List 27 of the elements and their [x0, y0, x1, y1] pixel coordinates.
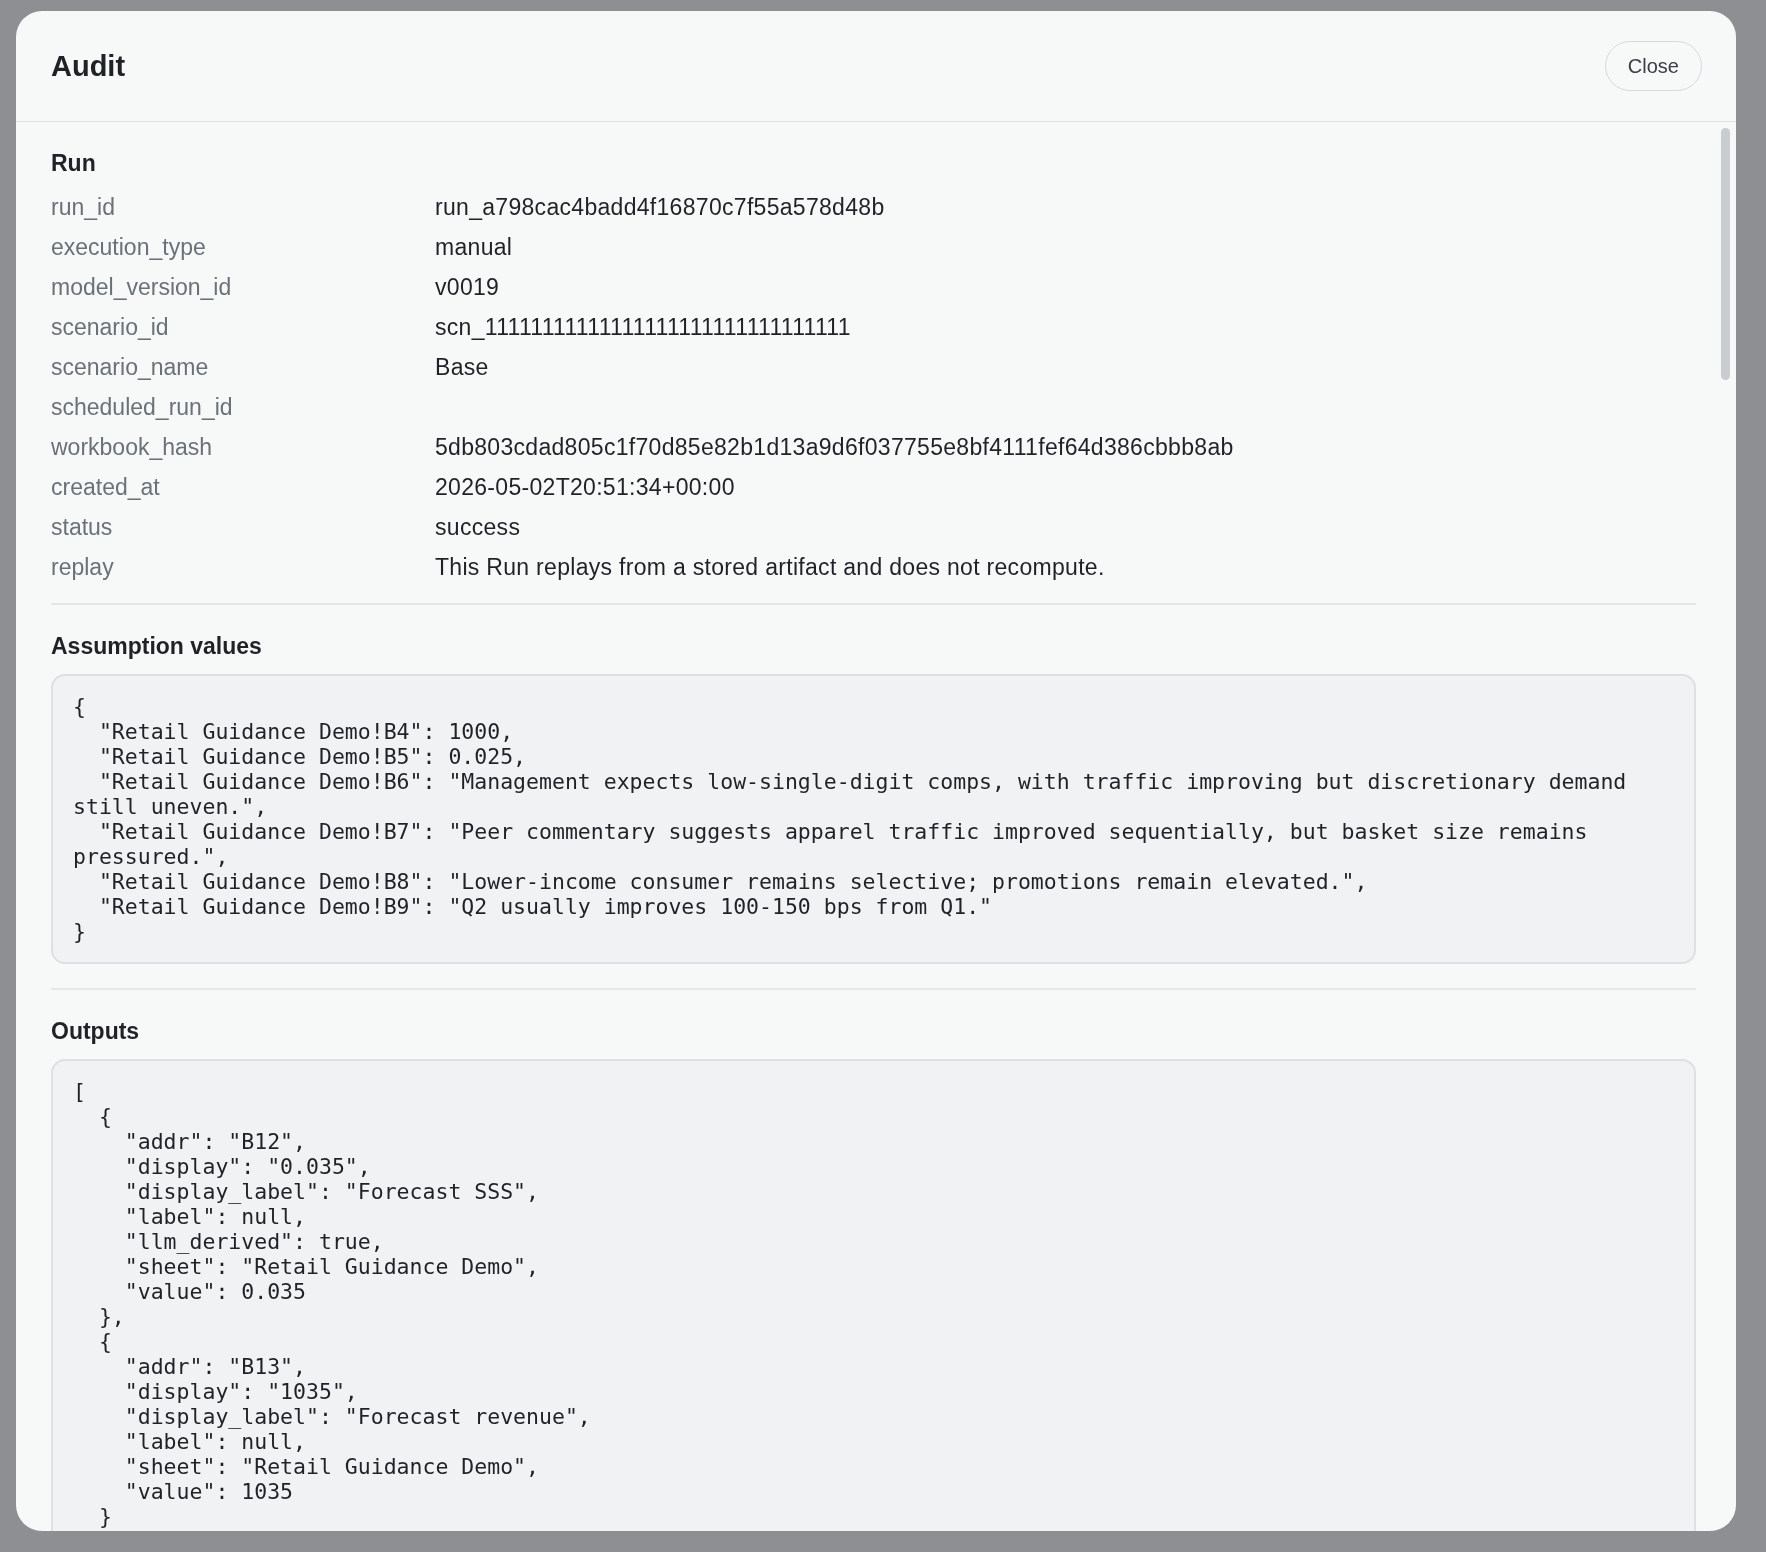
field-value: This Run replays from a stored artifact and does not recompute. [435, 553, 1105, 580]
field-value: 5db803cdad805c1f70d85e82b1d13a9d6f037755e8bf4111fef64d386cbbb8ab [435, 433, 1234, 460]
field-value: scn_11111111111111111111111111111111 [435, 313, 851, 340]
field-value: v0019 [435, 273, 500, 300]
field-label: execution_type [51, 233, 207, 261]
field-label: model_version_id [51, 273, 233, 301]
section-heading: Run [51, 150, 97, 177]
scrollbar-thumb[interactable] [1721, 128, 1730, 380]
field-label: status [51, 513, 114, 541]
code-block: [ { "addr": "B12", "display": "0.035", "display_label": "Forecast SSS", "label": null, "llm_derived": true, "sheet": "Retail Guidance Demo", "value": 0.035 }, { "addr": "B13", "display": "1035", "display_label": "Forecast revenue", "label": null, "sheet": "Retail Guidance Demo", "value": 1035 } [51, 1059, 1696, 1531]
field-value: 2026-05-02T20:51:34+00:00 [435, 473, 735, 500]
field-value: success [435, 513, 521, 540]
field-label: scenario_id [51, 313, 170, 341]
field-label: replay [51, 553, 115, 581]
dialog-title: Audit [51, 49, 126, 83]
field-value: Base [435, 353, 489, 380]
field-label: run_id [51, 193, 116, 221]
field-label: created_at [51, 473, 161, 501]
code-block: { "Retail Guidance Demo!B4": 1000, "Retail Guidance Demo!B5": 0.025, "Retail Guidance Demo!B6": "Management expects low-single-digit comps, with traffic improving but discretionary demand still uneven.", "Retail Guidance Demo!B7": "Peer commentary suggests apparel traffic improved sequentially, but basket size remains pressured.", "Retail Guidance Demo!B8": "Lower-income consumer remains selective; promotions remain elevated.", "Retail Guidance Demo!B9": "Q2 usually improves 100-150 bps from Q1." } [51, 674, 1696, 964]
field-label: scheduled_run_id [51, 393, 234, 421]
section-heading: Assumption values [51, 633, 263, 660]
field-value: manual [435, 233, 513, 260]
field-label: scenario_name [51, 353, 210, 381]
field-value: run_a798cac4badd4f16870c7f55a578d48b [435, 193, 885, 220]
field-label: workbook_hash [51, 433, 214, 461]
section-heading: Outputs [51, 1018, 141, 1045]
close-button[interactable]: Close [1604, 41, 1702, 91]
